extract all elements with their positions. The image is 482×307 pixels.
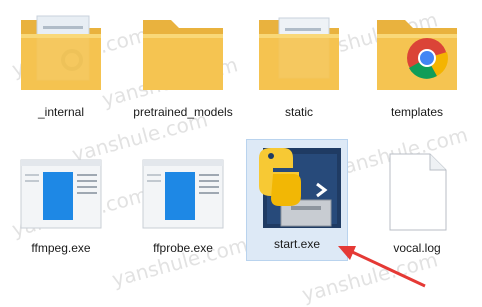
file-label: vocal.log xyxy=(393,241,441,255)
file-item-templates[interactable]: templates xyxy=(358,2,476,132)
folder-chrome-icon xyxy=(377,20,457,90)
file-item-static[interactable]: static xyxy=(240,2,358,132)
file-label: pretrained_models xyxy=(133,105,233,119)
document-icon xyxy=(389,153,447,231)
file-label: ffprobe.exe xyxy=(153,241,213,255)
file-item-vocal-log[interactable]: vocal.log xyxy=(358,148,476,278)
file-label: static xyxy=(284,105,313,119)
folder-icon xyxy=(143,20,223,90)
file-item-ffmpeg[interactable]: ffmpeg.exe xyxy=(2,148,120,278)
exe-window-icon xyxy=(20,159,102,229)
file-label: ffmpeg.exe xyxy=(31,241,91,255)
file-label: _internal xyxy=(37,105,85,119)
file-label: start.exe xyxy=(273,237,321,251)
python-exe-icon xyxy=(259,148,341,228)
folder-icon xyxy=(259,17,339,90)
file-label: templates xyxy=(390,105,444,119)
folder-icon xyxy=(21,15,101,90)
exe-window-icon xyxy=(142,159,224,229)
file-item-start[interactable]: start.exe xyxy=(246,139,348,261)
file-item-ffprobe[interactable]: ffprobe.exe xyxy=(124,148,242,278)
file-item-pretrained-models[interactable]: pretrained_models xyxy=(124,2,242,132)
file-item-internal[interactable]: _internal xyxy=(2,2,120,132)
